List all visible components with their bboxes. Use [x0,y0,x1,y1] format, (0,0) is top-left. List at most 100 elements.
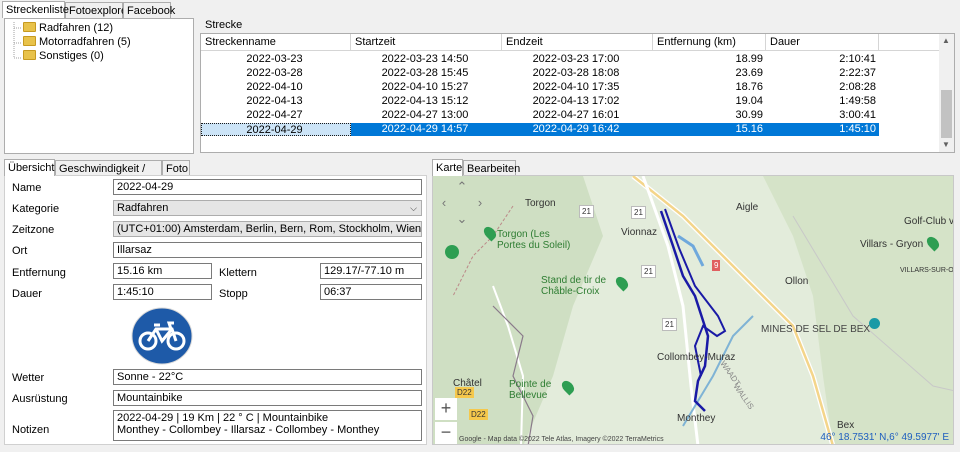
pan-down-icon[interactable]: ⌄ [453,210,471,228]
equipment-label: Ausrüstung [12,393,68,405]
table-cell: 2022-04-29 16:42 [532,123,620,135]
table-row[interactable]: 2022-04-27 2022-04-27 13:00 2022-04-27 16:… [201,109,879,122]
detail-panel: Name 2022-04-29 Kategorie Radfahren ⌵ Zei… [4,175,427,445]
tree-item-motorradfahren[interactable]: Motorradfahren (5) [23,36,131,49]
stop-field[interactable]: 06:37 [320,284,422,300]
duration-label: Dauer [12,288,42,300]
col-header-name[interactable]: Streckenname [201,34,351,51]
camera-poi-icon[interactable] [869,318,880,329]
road-shield: 21 [641,265,656,278]
notes-line: 2022-04-29 | 19 Km | 22 ° C | Mountainbi… [117,412,329,424]
bicycle-sign-icon [131,307,193,365]
timezone-value: (UTC+01:00) Amsterdam, Berlin, Bern, Rom… [117,223,422,235]
col-header-start[interactable]: Startzeit [351,34,502,51]
chevron-down-icon: ⌵ [410,203,417,213]
duration-field[interactable]: 1:45:10 [113,284,212,300]
map-place: Monthey [677,413,716,424]
table-cell: 2022-03-28 18:08 [532,67,620,79]
table-row[interactable]: 2022-04-29 2022-04-29 14:57 2022-04-29 16:… [201,123,879,136]
folder-icon [23,50,36,60]
table-cell: 2022-04-10 17:35 [532,81,620,93]
pan-left-icon[interactable]: ‹ [435,194,453,212]
table-cell: 2022-04-27 16:01 [532,109,620,121]
tree-item-label: Sonstiges (0) [39,50,104,62]
table-cell: 2022-03-23 14:50 [381,53,469,65]
category-tree[interactable]: Radfahren (12) Motorradfahren (5) Sonsti… [4,18,194,154]
table-cell: 2022-04-10 15:27 [381,81,469,93]
place-label: Ort [12,245,28,257]
table-cell: 2022-04-27 [246,109,303,121]
table-row[interactable]: 2022-03-28 2022-03-28 15:45 2022-03-28 18:… [201,67,879,80]
tab-karte[interactable]: Karte [432,159,463,176]
tab-geschwindigkeit[interactable]: Geschwindigkeit / Höhe [55,160,162,191]
grid-scrollbar[interactable]: ▲ ▼ [939,34,954,152]
tab-uebersicht[interactable]: Übersicht [4,159,55,176]
notes-label: Notizen [12,424,50,436]
map-place: Bex [837,420,855,431]
place-field[interactable]: Illarsaz [113,242,422,258]
pan-up-icon[interactable]: ⌃ [453,178,471,196]
map-view[interactable]: Torgon Aigle Vionnaz Golf-Club v Villars… [432,175,954,445]
equipment-field[interactable]: Mountainbike [113,390,422,406]
table-cell: 1:45:10 [839,123,876,135]
tab-fotoexplorer[interactable]: Fotoexplorer [65,2,131,18]
strecke-grid[interactable]: Streckenname Startzeit Endzeit Entfernun… [200,33,955,153]
table-row[interactable]: 2022-04-13 2022-04-13 15:12 2022-04-13 17:… [201,95,879,108]
map-place: Vionnaz [621,227,657,238]
scroll-thumb[interactable] [941,90,952,138]
table-cell: 18.76 [735,81,763,93]
map-poi: Torgon (Les Portes du Soleil) [497,229,571,251]
category-select[interactable]: Radfahren ⌵ [113,200,422,216]
weather-field[interactable]: Sonne - 22°C [113,369,422,385]
road-shield: 21 [579,205,594,218]
tree-item-label: Radfahren (12) [39,22,113,34]
road-shield: D22 [469,409,488,420]
table-cell: 2022-03-28 [246,67,303,79]
folder-icon [23,22,36,32]
table-cell: 2:22:37 [839,67,876,79]
map-place: Golf-Club v [904,216,954,227]
col-header-distance[interactable]: Entfernung (km) [653,34,766,51]
climb-label: Klettern [219,267,257,279]
map-place: Ollon [785,276,809,287]
map-poi: Pointe de Bellevue [509,379,552,401]
folder-icon [23,36,36,46]
table-cell: 2:08:28 [839,81,876,93]
pan-right-icon[interactable]: › [471,194,489,212]
col-header-filler [879,34,939,51]
tab-bearbeiten[interactable]: Bearbeiten [463,160,520,176]
table-cell: 19.04 [735,95,763,107]
col-header-duration[interactable]: Dauer [766,34,879,51]
zoom-in-button[interactable]: + [435,398,457,420]
climb-field[interactable]: 129.17/-77.10 m [320,263,422,279]
road-shield: 21 [631,206,646,219]
stop-label: Stopp [219,288,248,300]
tab-foto[interactable]: Foto [162,160,190,176]
scroll-down-icon[interactable]: ▼ [942,140,950,149]
table-cell: 1:49:58 [839,95,876,107]
distance-label: Entfernung [12,267,66,279]
map-place: Torgon [525,198,556,209]
table-cell: 18.99 [735,53,763,65]
name-field[interactable]: 2022-04-29 [113,179,422,195]
map-attribution: Google - Map data ©2022 Tele Atlas, Imag… [459,436,664,443]
tree-item-sonstiges[interactable]: Sonstiges (0) [23,50,104,63]
table-cell: 2022-03-28 15:45 [381,67,469,79]
scroll-up-icon[interactable]: ▲ [942,36,950,45]
tab-streckenliste[interactable]: Streckenliste [2,1,69,18]
table-row[interactable]: 2022-03-23 2022-03-23 14:50 2022-03-23 17:… [201,53,879,66]
tree-item-radfahren[interactable]: Radfahren (12) [23,22,113,35]
table-cell: 2022-03-23 17:00 [532,53,620,65]
zoom-out-button[interactable]: − [435,422,457,444]
timezone-label: Zeitzone [12,224,55,236]
notes-field[interactable]: 2022-04-29 | 19 Km | 22 ° C | Mountainbi… [113,410,422,441]
mountain-poi-icon[interactable] [445,245,459,259]
timezone-select[interactable]: (UTC+01:00) Amsterdam, Berlin, Bern, Rom… [113,221,422,237]
tab-facebook[interactable]: Facebook [123,2,175,18]
distance-field[interactable]: 15.16 km [113,263,212,279]
table-row[interactable]: 2022-04-10 2022-04-10 15:27 2022-04-10 17:… [201,81,879,94]
table-cell: 3:00:41 [839,109,876,121]
col-header-end[interactable]: Endzeit [502,34,653,51]
map-terrain [433,176,953,444]
map-place: MINES DE SEL DE BEX [761,324,871,335]
